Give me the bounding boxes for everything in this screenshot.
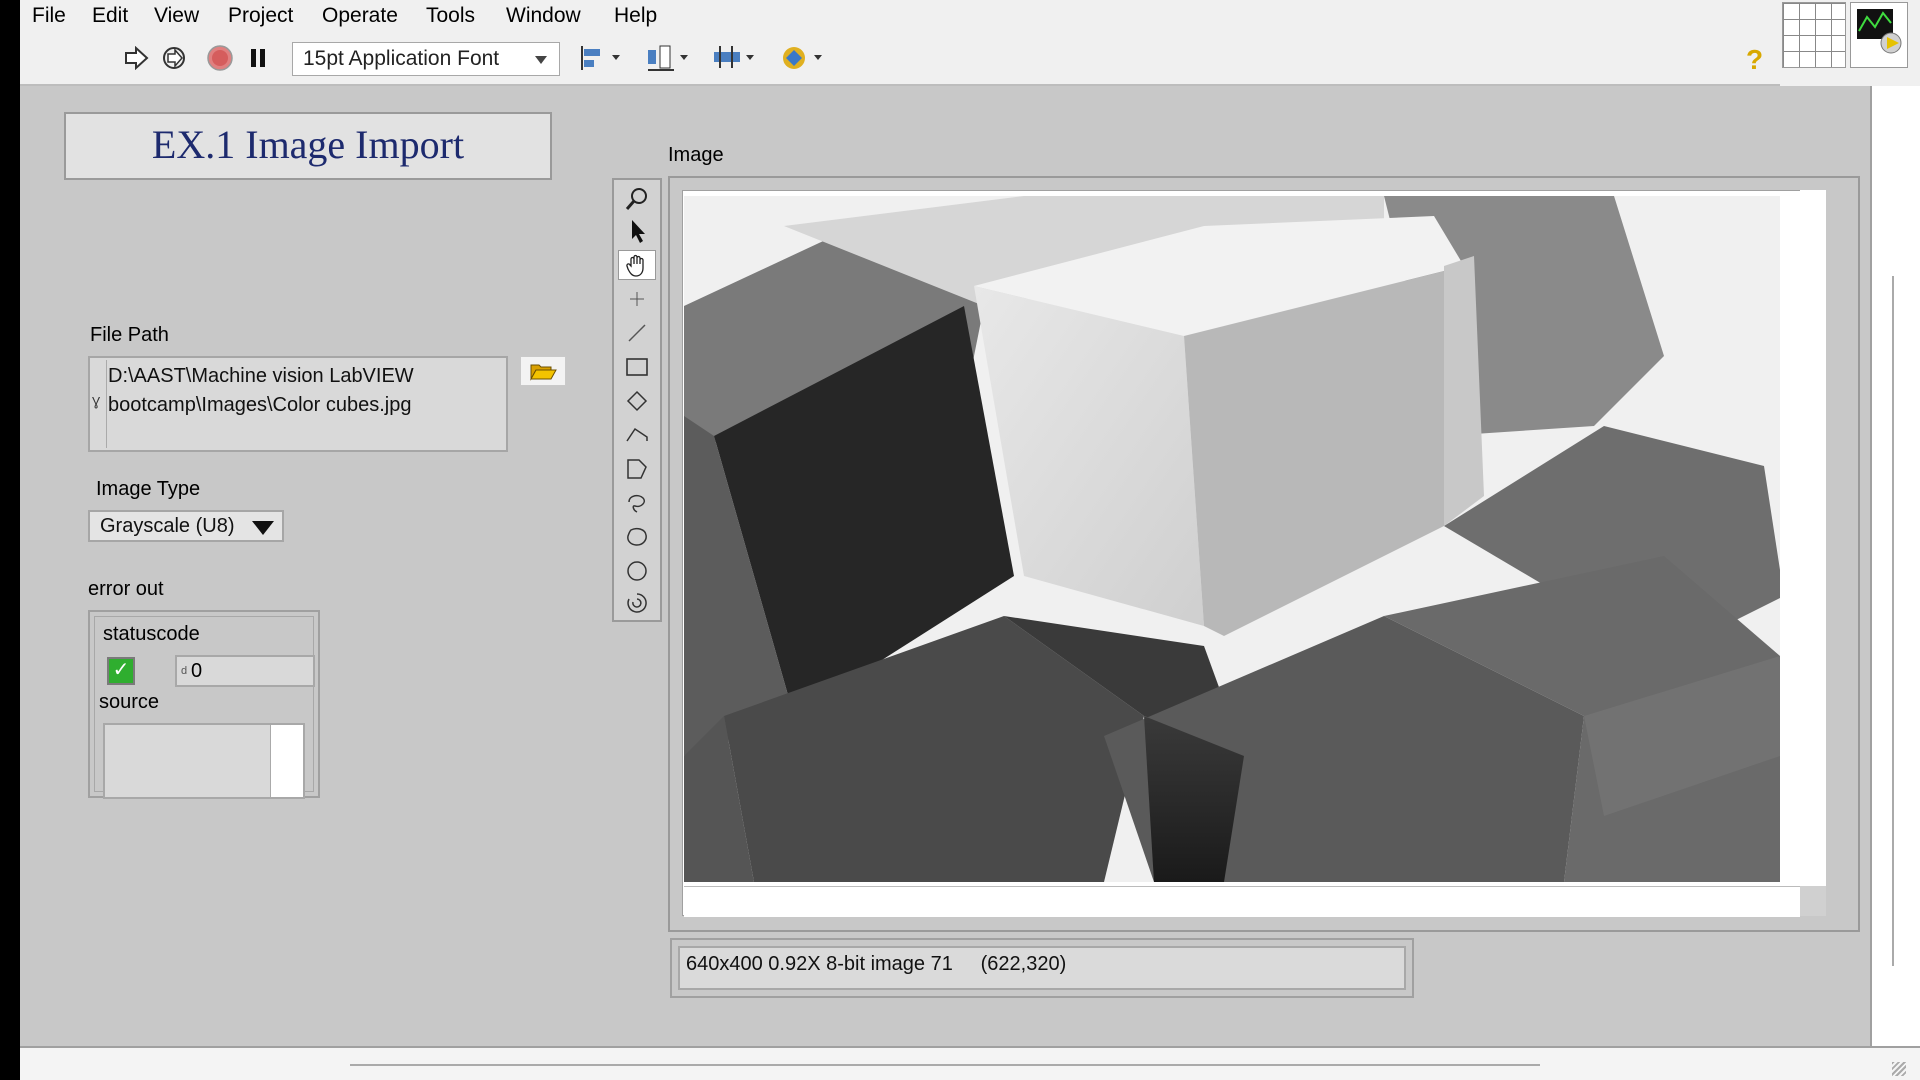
source-field[interactable]: [103, 723, 305, 799]
image-vertical-scrollbar[interactable]: [1800, 190, 1826, 886]
distribute-objects-icon[interactable]: [644, 42, 696, 74]
source-scrollbar[interactable]: [270, 725, 303, 797]
run-arrow-icon[interactable]: [120, 42, 152, 74]
menu-tools[interactable]: Tools: [426, 4, 475, 28]
help-icon[interactable]: ?: [1746, 44, 1763, 76]
source-label: source: [99, 691, 160, 713]
status-check-icon: ✓: [107, 657, 135, 685]
point-tool-icon[interactable]: [618, 284, 656, 314]
error-out-label: error out: [88, 578, 164, 600]
connector-pane-icon[interactable]: [1782, 2, 1846, 68]
scrollbar-corner: [1800, 886, 1826, 916]
error-code-value: 0: [191, 660, 203, 682]
image-horizontal-scrollbar[interactable]: [684, 886, 1800, 917]
page-title: EX.1 Image Import: [64, 112, 552, 180]
annulus-tool-icon[interactable]: [618, 588, 656, 618]
reorder-icon[interactable]: [778, 42, 830, 74]
resize-objects-icon[interactable]: [710, 42, 762, 74]
chevron-down-icon: [535, 56, 547, 64]
grayscale-cubes-image[interactable]: [684, 196, 1780, 882]
menu-view[interactable]: View: [154, 4, 199, 28]
error-out-cluster: statuscode ✓ d 0 source: [88, 610, 320, 799]
menu-edit[interactable]: Edit: [92, 4, 128, 28]
oval-tool-icon[interactable]: [618, 556, 656, 586]
abort-icon[interactable]: [204, 42, 236, 74]
image-type-value: Grayscale (U8): [100, 515, 235, 537]
file-path-line1: D:\AAST\Machine vision LabVIEW: [108, 365, 414, 387]
menu-bar: File Edit View Project Operate Tools Win…: [20, 0, 1780, 32]
menu-help[interactable]: Help: [614, 4, 657, 28]
browse-folder-button[interactable]: [520, 356, 566, 386]
rotated-rectangle-tool-icon[interactable]: [618, 386, 656, 416]
rectangle-tool-icon[interactable]: [618, 352, 656, 382]
menu-operate[interactable]: Operate: [322, 4, 398, 28]
font-selector[interactable]: 15pt Application Font: [292, 42, 560, 76]
vertical-scrollbar[interactable]: [1870, 86, 1920, 1046]
menu-window[interactable]: Window: [506, 4, 581, 28]
image-type-label: Image Type: [96, 478, 201, 500]
toolbar: 15pt Application Font: [20, 32, 1780, 86]
labview-front-panel-window: File Edit View Project Operate Tools Win…: [20, 0, 1920, 1080]
image-info-text: 640x400 0.92X 8-bit image 71 (622,320): [678, 946, 1406, 990]
freehand-region-icon[interactable]: [618, 522, 656, 552]
align-objects-icon[interactable]: [576, 42, 628, 74]
status-code-label: statuscode: [103, 623, 200, 645]
run-continuously-icon[interactable]: [158, 42, 190, 74]
pointer-icon[interactable]: [618, 216, 656, 246]
freehand-line-icon[interactable]: [618, 488, 656, 518]
file-path-label: File Path: [90, 324, 169, 346]
polygon-tool-icon[interactable]: [618, 454, 656, 484]
vi-icon[interactable]: [1850, 2, 1908, 68]
image-info-bar: 640x400 0.92X 8-bit image 71 (622,320): [670, 938, 1414, 998]
numeric-radix-icon: d: [181, 665, 188, 677]
resize-grip-icon[interactable]: [1892, 1062, 1906, 1076]
line-tool-icon[interactable]: [618, 318, 656, 348]
polyline-tool-icon[interactable]: [618, 420, 656, 450]
file-path-control[interactable]: Ɣ D:\AAST\Machine vision LabVIEW bootcam…: [88, 356, 508, 452]
image-display-label: Image: [668, 144, 724, 166]
menu-project[interactable]: Project: [228, 4, 293, 28]
image-tool-palette: [612, 178, 662, 622]
folder-open-icon: [530, 364, 557, 381]
error-code-field[interactable]: d 0: [175, 655, 315, 687]
path-type-icon: Ɣ: [92, 394, 101, 409]
chevron-down-icon: [252, 521, 274, 535]
file-path-line2: bootcamp\Images\Color cubes.jpg: [108, 394, 412, 416]
pan-hand-icon[interactable]: [618, 250, 656, 280]
menu-file[interactable]: File: [32, 4, 66, 28]
horizontal-scrollbar[interactable]: [20, 1046, 1920, 1080]
font-selector-value: 15pt Application Font: [303, 47, 500, 70]
zoom-icon[interactable]: [618, 184, 656, 214]
image-type-ring[interactable]: Grayscale (U8): [88, 510, 284, 542]
pause-icon[interactable]: [242, 42, 274, 74]
